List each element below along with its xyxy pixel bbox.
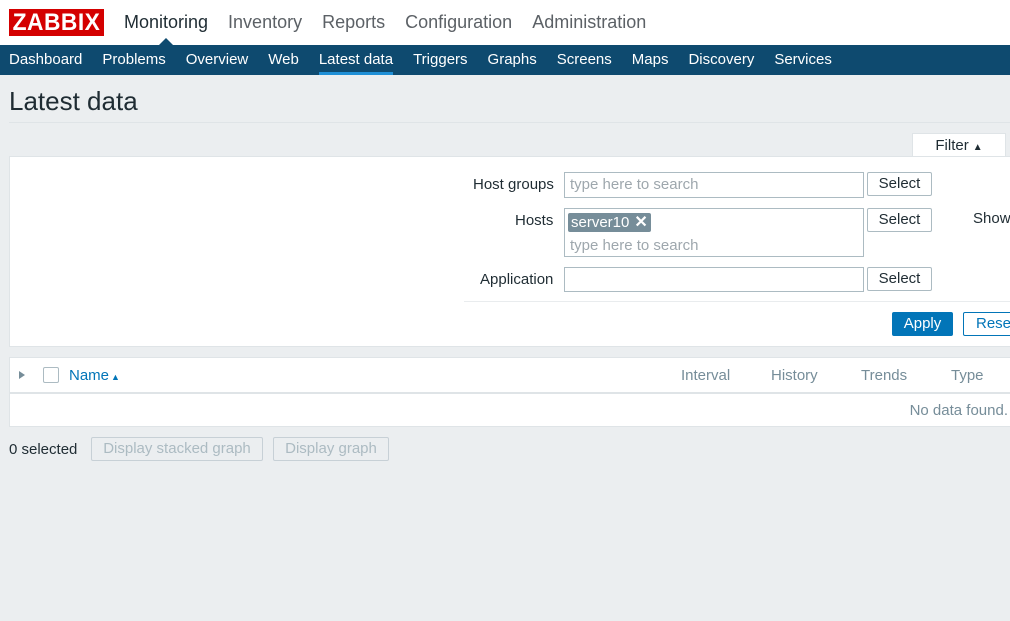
show-label: Show bbox=[973, 210, 1010, 227]
submenu-services[interactable]: Services bbox=[764, 45, 842, 75]
top-header: ZABBIX Monitoring Inventory Reports Conf… bbox=[0, 0, 1010, 45]
filter-tab-label: Filter bbox=[935, 137, 969, 154]
filter-divider bbox=[464, 301, 1010, 302]
submenu-maps[interactable]: Maps bbox=[622, 45, 679, 75]
host-groups-input[interactable]: type here to search bbox=[564, 172, 864, 198]
display-graph-button[interactable]: Display graph bbox=[273, 437, 389, 461]
remove-icon[interactable]: ✕ bbox=[634, 213, 647, 232]
host-groups-label: Host groups bbox=[473, 176, 554, 193]
menu-configuration[interactable]: Configuration bbox=[395, 0, 522, 45]
submenu-problems[interactable]: Problems bbox=[92, 45, 175, 75]
menu-reports[interactable]: Reports bbox=[312, 0, 395, 45]
menu-monitoring[interactable]: Monitoring bbox=[114, 0, 218, 45]
submenu-dashboard[interactable]: Dashboard bbox=[0, 45, 92, 75]
sort-asc-icon: ▲ bbox=[111, 372, 120, 382]
display-stacked-graph-button[interactable]: Display stacked graph bbox=[91, 437, 263, 461]
submenu-triggers[interactable]: Triggers bbox=[403, 45, 477, 75]
zabbix-logo[interactable]: ZABBIX bbox=[9, 9, 104, 36]
page-title: Latest data bbox=[9, 86, 138, 116]
application-input[interactable] bbox=[564, 267, 864, 292]
column-header-trends: Trends bbox=[861, 367, 908, 384]
selected-count: 0 selected bbox=[9, 441, 78, 458]
triangle-up-icon: ▲ bbox=[972, 142, 983, 153]
sub-menu: Dashboard Problems Overview Web Latest d… bbox=[0, 45, 1010, 75]
column-header-name[interactable]: Name ▲ bbox=[69, 367, 120, 384]
submenu-overview[interactable]: Overview bbox=[176, 45, 259, 75]
table-header-divider bbox=[10, 392, 1010, 394]
hosts-select-button[interactable]: Select bbox=[867, 208, 932, 232]
apply-button[interactable]: Apply bbox=[892, 312, 953, 336]
filter-tab[interactable]: Filter ▲ bbox=[912, 133, 1006, 158]
title-divider bbox=[9, 122, 1010, 123]
host-chip-label: server10 bbox=[571, 214, 630, 231]
hosts-search-input[interactable]: type here to search bbox=[570, 237, 698, 254]
hosts-multiselect[interactable]: server10 ✕ type here to search bbox=[564, 208, 864, 257]
no-data-message: No data found. bbox=[909, 402, 1008, 419]
menu-administration[interactable]: Administration bbox=[522, 0, 656, 45]
application-select-button[interactable]: Select bbox=[867, 267, 932, 291]
host-chip-server10: server10 ✕ bbox=[568, 213, 651, 232]
expand-all-icon[interactable] bbox=[19, 371, 25, 379]
latest-data-table: Name ▲ Interval History Trends Type No da… bbox=[9, 357, 1010, 427]
hosts-label: Hosts bbox=[515, 212, 554, 229]
host-groups-select-button[interactable]: Select bbox=[867, 172, 932, 196]
submenu-discovery[interactable]: Discovery bbox=[678, 45, 764, 75]
column-header-interval: Interval bbox=[681, 367, 731, 384]
submenu-web[interactable]: Web bbox=[258, 45, 309, 75]
menu-inventory[interactable]: Inventory bbox=[218, 0, 312, 45]
main-menu: Monitoring Inventory Reports Configurati… bbox=[114, 0, 656, 45]
reset-button[interactable]: Reset bbox=[963, 312, 1010, 336]
select-all-checkbox[interactable] bbox=[43, 367, 59, 383]
submenu-latest-data[interactable]: Latest data bbox=[309, 45, 403, 75]
submenu-screens[interactable]: Screens bbox=[547, 45, 622, 75]
application-label: Application bbox=[480, 271, 554, 288]
submenu-graphs[interactable]: Graphs bbox=[478, 45, 547, 75]
column-header-history: History bbox=[771, 367, 818, 384]
column-header-type: Type bbox=[951, 367, 984, 384]
